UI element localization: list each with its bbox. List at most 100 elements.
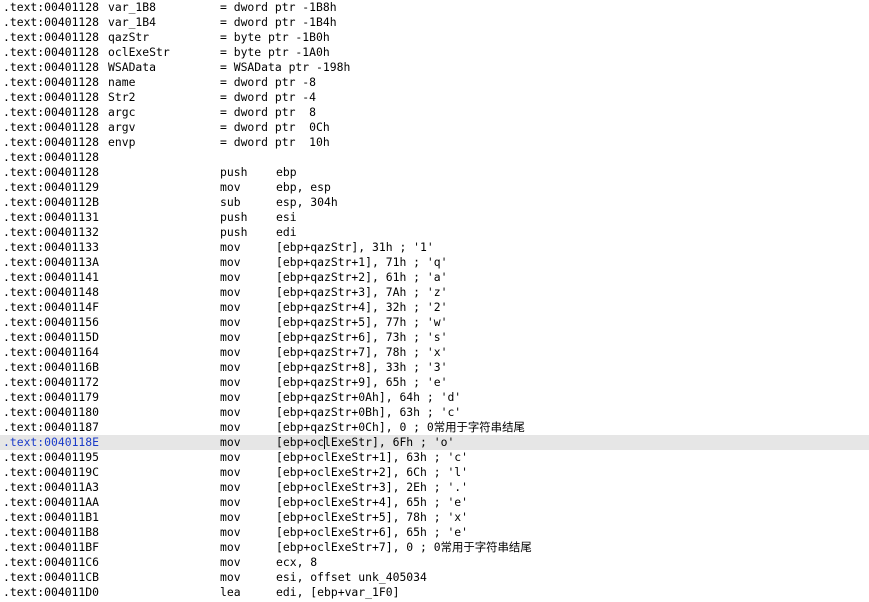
instruction-mnemonic[interactable]: mov (220, 180, 241, 195)
instruction-mnemonic[interactable]: mov (220, 375, 241, 390)
line-address[interactable]: .text:00401141 (3, 270, 99, 285)
stack-var-name[interactable]: name (108, 75, 135, 90)
line-address[interactable]: .text:0040112B (3, 195, 99, 210)
listing-line[interactable]: .text:00401128 argv = dword ptr 0Ch (0, 120, 869, 135)
listing-line[interactable]: .text:004011AA mov [ebp+oclExeStr+4], 65h … (0, 495, 869, 510)
instruction-mnemonic[interactable]: push (220, 210, 247, 225)
instruction-mnemonic[interactable]: mov (220, 300, 241, 315)
listing-line[interactable]: .text:00401133 mov [ebp+qazStr], 31h ; '1' (0, 240, 869, 255)
instruction-operands[interactable]: ecx, 8 (276, 555, 317, 570)
line-address[interactable]: .text:00401128 (3, 45, 99, 60)
instruction-mnemonic[interactable]: mov (220, 480, 241, 495)
stack-var-name[interactable]: argv (108, 120, 135, 135)
instruction-operands[interactable]: ebp, esp (276, 180, 331, 195)
line-address[interactable]: .text:00401128 (3, 0, 99, 15)
listing-line[interactable]: .text:0040113A mov [ebp+qazStr+1], 71h ; '… (0, 255, 869, 270)
line-address[interactable]: .text:00401128 (3, 165, 99, 180)
listing-line[interactable]: .text:00401180 mov [ebp+qazStr+0Bh], 63h ;… (0, 405, 869, 420)
listing-line[interactable]: .text:00401128 name = dword ptr -8 (0, 75, 869, 90)
listing-line[interactable]: .text:00401128 WSAData = WSAData ptr -198h (0, 60, 869, 75)
instruction-mnemonic[interactable]: mov (220, 285, 241, 300)
listing-line[interactable]: .text:004011BF mov [ebp+oclExeStr+7], 0 ; … (0, 540, 869, 555)
instruction-operands[interactable]: [ebp+oclExeStr+6], 65h ; 'e' (276, 525, 468, 540)
line-address[interactable]: .text:0040118E (3, 435, 99, 450)
stack-var-name[interactable]: oclExeStr (108, 45, 170, 60)
line-address[interactable]: .text:0040113A (3, 255, 99, 270)
line-address[interactable]: .text:00401187 (3, 420, 99, 435)
line-address[interactable]: .text:004011BF (3, 540, 99, 555)
listing-line[interactable]: .text:00401128 (0, 150, 869, 165)
stack-var-name[interactable]: qazStr (108, 30, 149, 45)
stack-var-name[interactable]: Str2 (108, 90, 135, 105)
instruction-operands[interactable]: esp, 304h (276, 195, 338, 210)
instruction-mnemonic[interactable]: mov (220, 360, 241, 375)
line-address[interactable]: .text:004011AA (3, 495, 99, 510)
line-address[interactable]: .text:004011B1 (3, 510, 99, 525)
instruction-operands[interactable]: edi (276, 225, 297, 240)
line-address[interactable]: .text:0040114F (3, 300, 99, 315)
instruction-mnemonic[interactable]: mov (220, 510, 241, 525)
instruction-mnemonic[interactable]: mov (220, 420, 241, 435)
instruction-operands[interactable]: [ebp+qazStr+4], 32h ; '2' (276, 300, 447, 315)
instruction-mnemonic[interactable]: push (220, 225, 247, 240)
listing-line[interactable]: .text:00401128 oclExeStr = byte ptr -1A0h (0, 45, 869, 60)
instruction-mnemonic[interactable]: mov (220, 570, 241, 585)
instruction-operands[interactable]: ebp (276, 165, 297, 180)
instruction-mnemonic[interactable]: mov (220, 495, 241, 510)
listing-line[interactable]: .text:00401128 Str2 = dword ptr -4 (0, 90, 869, 105)
instruction-mnemonic[interactable]: mov (220, 540, 241, 555)
instruction-operands[interactable]: [ebp+qazStr+0Bh], 63h ; 'c' (276, 405, 461, 420)
instruction-operands[interactable]: edi, [ebp+var_1F0] (276, 585, 399, 600)
instruction-mnemonic[interactable]: mov (220, 390, 241, 405)
instruction-mnemonic[interactable]: mov (220, 270, 241, 285)
line-address[interactable]: .text:00401156 (3, 315, 99, 330)
listing-line[interactable]: .text:00401129 mov ebp, esp (0, 180, 869, 195)
listing-line[interactable]: .text:00401172 mov [ebp+qazStr+9], 65h ; '… (0, 375, 869, 390)
listing-line[interactable]: .text:0040114F mov [ebp+qazStr+4], 32h ; '… (0, 300, 869, 315)
listing-line[interactable]: .text:004011C6 mov ecx, 8 (0, 555, 869, 570)
listing-line[interactable]: .text:00401148 mov [ebp+qazStr+3], 7Ah ; '… (0, 285, 869, 300)
line-address[interactable]: .text:00401128 (3, 150, 99, 165)
stack-var-name[interactable]: argc (108, 105, 135, 120)
instruction-mnemonic[interactable]: mov (220, 330, 241, 345)
line-address[interactable]: .text:00401195 (3, 450, 99, 465)
instruction-operands[interactable]: [ebp+qazStr+6], 73h ; 's' (276, 330, 447, 345)
line-address[interactable]: .text:004011CB (3, 570, 99, 585)
listing-line[interactable]: .text:0040112B sub esp, 304h (0, 195, 869, 210)
listing-line[interactable]: .text:00401179 mov [ebp+qazStr+0Ah], 64h ;… (0, 390, 869, 405)
instruction-mnemonic[interactable]: lea (220, 585, 241, 600)
line-address[interactable]: .text:00401128 (3, 120, 99, 135)
stack-var-name[interactable]: var_1B8 (108, 0, 156, 15)
line-address[interactable]: .text:00401128 (3, 105, 99, 120)
listing-line[interactable]: .text:0040119C mov [ebp+oclExeStr+2], 6Ch … (0, 465, 869, 480)
listing-line[interactable]: .text:0040115D mov [ebp+qazStr+6], 73h ; '… (0, 330, 869, 345)
listing-line[interactable]: .text:004011A3 mov [ebp+oclExeStr+3], 2Eh … (0, 480, 869, 495)
instruction-mnemonic[interactable]: mov (220, 405, 241, 420)
line-address[interactable]: .text:0040119C (3, 465, 99, 480)
instruction-operands[interactable]: [ebp+qazStr+8], 33h ; '3' (276, 360, 447, 375)
listing-line[interactable]: .text:004011CB mov esi, offset unk_405034 (0, 570, 869, 585)
listing-line[interactable]: .text:00401128 push ebp (0, 165, 869, 180)
line-address[interactable]: .text:00401179 (3, 390, 99, 405)
line-address[interactable]: .text:004011A3 (3, 480, 99, 495)
listing-line[interactable]: .text:00401128 argc = dword ptr 8 (0, 105, 869, 120)
listing-line[interactable]: .text:00401128 var_1B8 = dword ptr -1B8h (0, 0, 869, 15)
line-address[interactable]: .text:00401180 (3, 405, 99, 420)
instruction-operands[interactable]: [ebp+qazStr+5], 77h ; 'w' (276, 315, 447, 330)
listing-line[interactable]: .text:00401128 qazStr = byte ptr -1B0h (0, 30, 869, 45)
line-address[interactable]: .text:004011B8 (3, 525, 99, 540)
listing-line[interactable]: .text:004011B1 mov [ebp+oclExeStr+5], 78h … (0, 510, 869, 525)
instruction-operands[interactable]: esi (276, 210, 297, 225)
listing-line[interactable]: .text:00401156 mov [ebp+qazStr+5], 77h ; '… (0, 315, 869, 330)
instruction-operands[interactable]: [ebp+oclExeStr], 6Fh ; 'o' (276, 435, 454, 450)
stack-var-name[interactable]: envp (108, 135, 135, 150)
instruction-operands[interactable]: [ebp+oclExeStr+2], 6Ch ; 'l' (276, 465, 468, 480)
instruction-mnemonic[interactable]: mov (220, 450, 241, 465)
disassembly-listing[interactable]: .text:00401128 var_1B8 = dword ptr -1B8h .t… (0, 0, 869, 602)
instruction-operands[interactable]: [ebp+oclExeStr+3], 2Eh ; '.' (276, 480, 468, 495)
line-address[interactable]: .text:0040116B (3, 360, 99, 375)
line-address[interactable]: .text:00401172 (3, 375, 99, 390)
instruction-mnemonic[interactable]: mov (220, 240, 241, 255)
line-address[interactable]: .text:00401128 (3, 135, 99, 150)
instruction-mnemonic[interactable]: mov (220, 345, 241, 360)
